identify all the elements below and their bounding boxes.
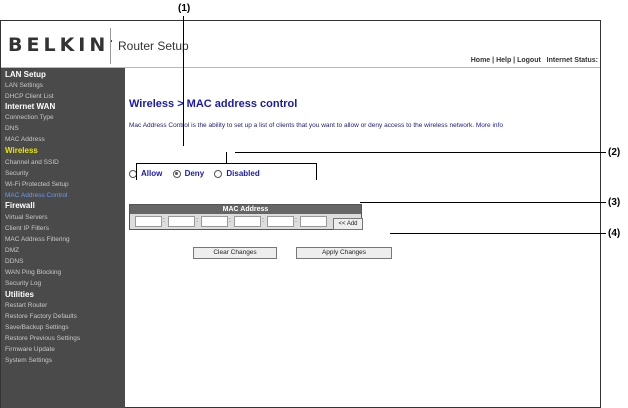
callout-2: (2) [608,147,621,158]
sidebar-item-wan-ping-blocking[interactable]: WAN Ping Blocking [5,269,61,276]
top-links: Home | Help | Logout Internet Status: [470,57,598,64]
clear-changes-button[interactable]: Clear Changes [193,247,277,259]
page-title: Wireless > MAC address control [129,98,298,110]
mac-octet-5[interactable] [267,216,294,227]
sidebar-item-mac-address-control[interactable]: MAC Address Control [5,192,68,199]
callout-4: (4) [608,228,621,239]
sidebar-item-restore-factory-defaults[interactable]: Restore Factory Defaults [5,313,77,320]
sidebar-item-security-log[interactable]: Security Log [5,280,41,287]
sidebar-item-dmz[interactable]: DMZ [5,247,19,254]
apply-changes-button[interactable]: Apply Changes [296,247,392,259]
mac-octet-3[interactable] [201,216,228,227]
sidebar-item-wps[interactable]: Wi-Fi Protected Setup [5,181,69,188]
logout-link[interactable]: Logout [517,57,541,64]
radio-allow[interactable]: Allow [129,169,162,178]
sidebar-item-save-backup-settings[interactable]: Save/Backup Settings [5,324,69,331]
sidebar-section-wireless[interactable]: Wireless [5,146,38,155]
header: BELKIN. Router Setup Home | Help | Logou… [1,21,600,68]
mode-radio-group: Allow Deny Disabled [129,169,268,180]
sidebar-section-lan-setup[interactable]: LAN Setup [5,70,46,79]
callout-2-bracket-left [136,163,137,180]
sidebar-item-restart-router[interactable]: Restart Router [5,302,47,309]
app-title: Router Setup [118,39,189,53]
more-info-link[interactable]: More info [476,122,503,129]
sidebar-item-client-ip-filters[interactable]: Client IP Filters [5,225,49,232]
sidebar-section-utilities[interactable]: Utilities [5,290,34,299]
mac-octet-4[interactable] [234,216,261,227]
callout-2-line [235,152,606,153]
radio-circle-icon [214,169,223,178]
callout-1: (1) [178,3,191,14]
sidebar-item-system-settings[interactable]: System Settings [5,357,52,364]
sidebar-item-dhcp-client-list[interactable]: DHCP Client List [5,93,54,100]
sidebar-item-ddns[interactable]: DDNS [5,258,23,265]
sidebar-item-lan-settings[interactable]: LAN Settings [5,82,43,89]
sidebar-item-firmware-update[interactable]: Firmware Update [5,346,55,353]
sidebar-item-dns[interactable]: DNS [5,125,19,132]
mac-octet-6[interactable] [300,216,327,227]
radio-deny[interactable]: Deny [172,169,204,178]
sidebar: LAN Setup LAN Settings DHCP Client List … [1,68,125,408]
callout-2-bracket-right [316,163,317,180]
sidebar-item-security[interactable]: Security [5,170,28,177]
page-description: Mac Address Control is the ability to se… [129,122,503,129]
sidebar-item-restore-previous-settings[interactable]: Restore Previous Settings [5,335,80,342]
help-link[interactable]: Help [496,57,511,64]
mac-address-input-row: : : : : : [130,214,361,229]
internet-status-label: Internet Status: [546,57,598,64]
header-divider [110,28,111,64]
mac-address-header: MAC Address [130,205,361,214]
add-button[interactable]: << Add [333,218,363,230]
sidebar-item-mac-address[interactable]: MAC Address [5,136,45,143]
sidebar-item-virtual-servers[interactable]: Virtual Servers [5,214,48,221]
callout-1-line [183,16,184,146]
mac-octet-1[interactable] [135,216,162,227]
radio-disabled[interactable]: Disabled [214,169,260,178]
callout-2-bracket-top [136,163,317,164]
mac-address-table: MAC Address : : : : : [129,204,362,230]
sidebar-item-connection-type[interactable]: Connection Type [5,114,54,121]
callout-3-line [360,202,606,203]
mac-octet-2[interactable] [168,216,195,227]
main-content: Wireless > MAC address control Mac Addre… [129,68,599,408]
home-link[interactable]: Home [471,57,490,64]
sidebar-section-internet-wan[interactable]: Internet WAN [5,102,55,111]
sidebar-item-mac-address-filtering[interactable]: MAC Address Filtering [5,236,70,243]
sidebar-section-firewall[interactable]: Firewall [5,201,35,210]
callout-4-line [390,233,606,234]
router-ui-frame: BELKIN. Router Setup Home | Help | Logou… [0,20,601,408]
callout-2-bracket-stem [226,152,227,163]
radio-circle-selected-icon [172,169,181,178]
belkin-logo: BELKIN. [8,34,114,56]
sidebar-item-channel-ssid[interactable]: Channel and SSID [5,159,59,166]
callout-3: (3) [608,197,621,208]
